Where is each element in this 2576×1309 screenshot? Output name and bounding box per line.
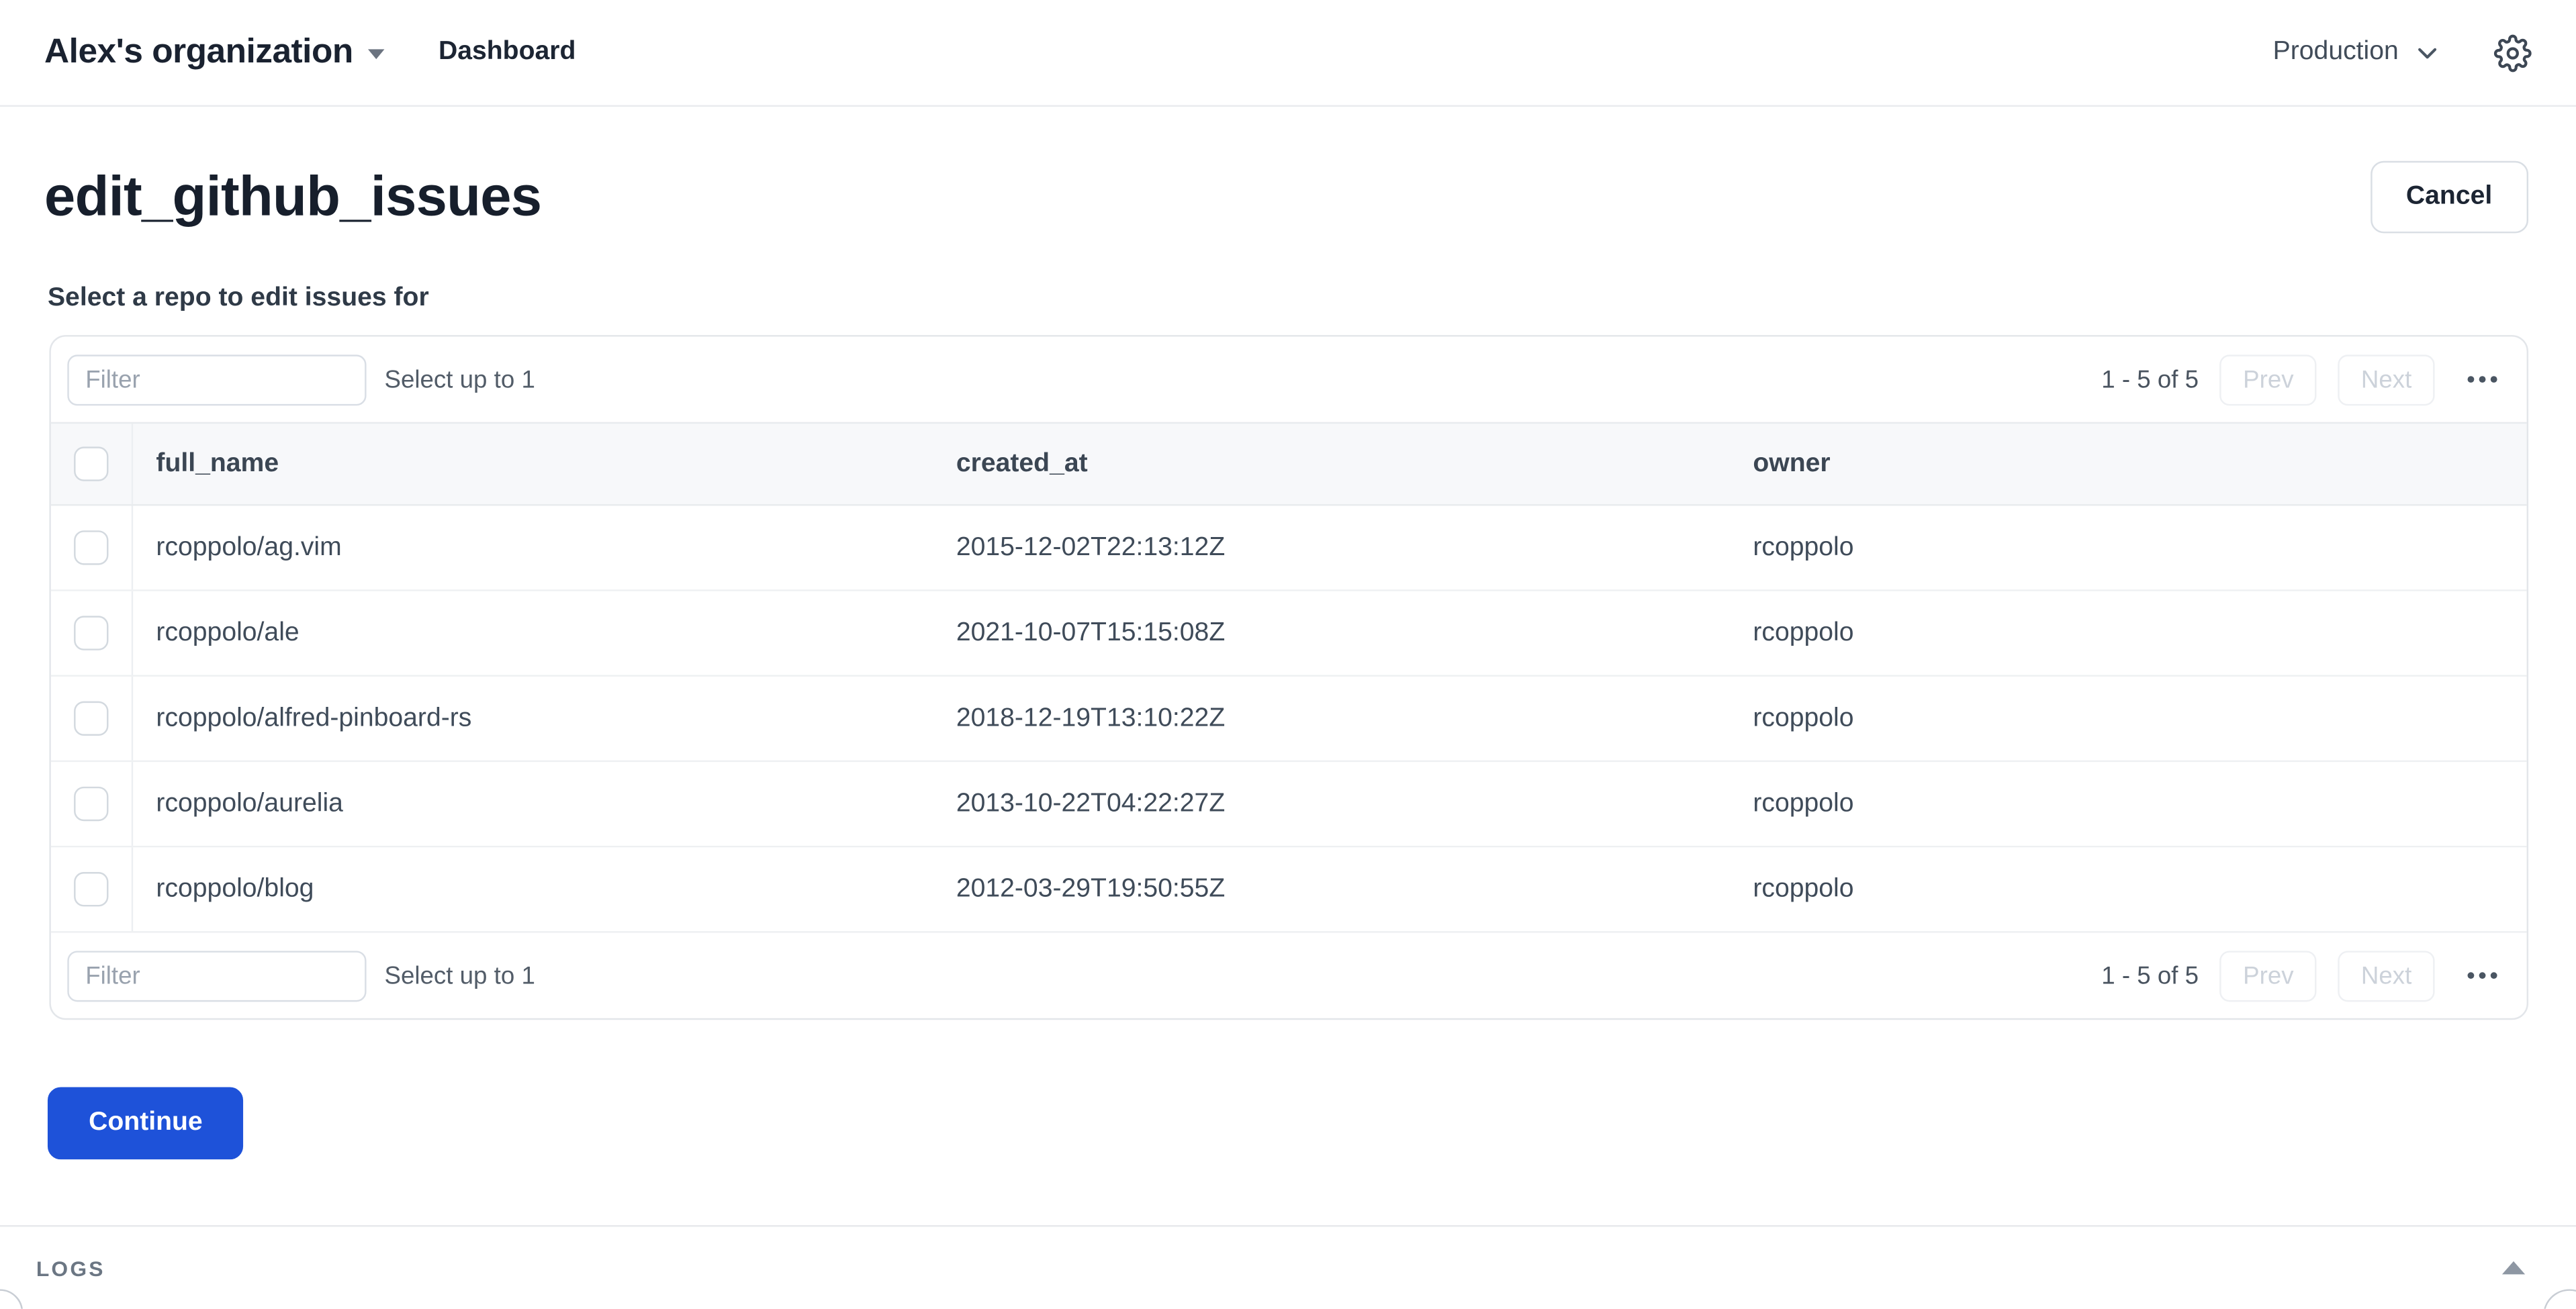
table-row[interactable]: rcoppolo/aurelia 2013-10-22T04:22:27Z rc… bbox=[51, 762, 2527, 847]
logs-panel-header[interactable]: LOGS bbox=[0, 1225, 2576, 1309]
cell-owner: rcoppolo bbox=[1730, 875, 2527, 904]
table-header-row: full_name created_at owner bbox=[51, 422, 2527, 506]
cell-created-at: 2018-12-19T13:10:22Z bbox=[933, 704, 1731, 733]
row-checkbox[interactable] bbox=[74, 701, 108, 736]
next-page-button[interactable]: Next bbox=[2338, 950, 2435, 1001]
main-content: edit_github_issues Cancel Select a repo … bbox=[0, 159, 2576, 1159]
chevron-down-icon bbox=[2415, 40, 2440, 65]
cell-owner: rcoppolo bbox=[1730, 533, 2527, 563]
org-switcher[interactable]: Alex's organization bbox=[44, 33, 384, 72]
next-page-button[interactable]: Next bbox=[2338, 354, 2435, 405]
pagination-range: 1 - 5 of 5 bbox=[2101, 961, 2199, 989]
cancel-button[interactable]: Cancel bbox=[2370, 160, 2528, 233]
table-row[interactable]: rcoppolo/blog 2012-03-29T19:50:55Z rcopp… bbox=[51, 847, 2527, 932]
checkbox-cell bbox=[51, 847, 133, 931]
gear-icon bbox=[2494, 34, 2532, 71]
table-toolbar-top: Select up to 1 1 - 5 of 5 Prev Next bbox=[51, 337, 2527, 422]
chevron-down-icon bbox=[368, 49, 384, 59]
environment-switcher[interactable]: Production bbox=[2273, 38, 2440, 67]
prev-page-button[interactable]: Prev bbox=[2220, 950, 2317, 1001]
nav-dashboard-link[interactable]: Dashboard bbox=[439, 38, 576, 67]
selection-hint: Select up to 1 bbox=[384, 961, 535, 989]
table-row[interactable]: rcoppolo/alfred-pinboard-rs 2018-12-19T1… bbox=[51, 677, 2527, 762]
ellipsis-icon[interactable] bbox=[2465, 965, 2501, 985]
repo-select-table: Select up to 1 1 - 5 of 5 Prev Next full… bbox=[49, 335, 2528, 1020]
row-checkbox[interactable] bbox=[74, 787, 108, 821]
cell-created-at: 2013-10-22T04:22:27Z bbox=[933, 789, 1731, 819]
checkbox-cell bbox=[51, 762, 133, 846]
column-header-created-at[interactable]: created_at bbox=[933, 449, 1731, 479]
pagination-range: 1 - 5 of 5 bbox=[2101, 365, 2199, 393]
ellipsis-icon[interactable] bbox=[2465, 369, 2501, 389]
cell-full-name: rcoppolo/alfred-pinboard-rs bbox=[133, 704, 933, 733]
cell-created-at: 2012-03-29T19:50:55Z bbox=[933, 875, 1731, 904]
cell-full-name: rcoppolo/blog bbox=[133, 875, 933, 904]
cell-full-name: rcoppolo/ag.vim bbox=[133, 533, 933, 563]
row-checkbox[interactable] bbox=[74, 530, 108, 565]
checkbox-cell bbox=[51, 505, 133, 589]
checkbox-cell bbox=[51, 591, 133, 675]
cell-full-name: rcoppolo/aurelia bbox=[133, 789, 933, 819]
cell-created-at: 2015-12-02T22:13:12Z bbox=[933, 533, 1731, 563]
cell-owner: rcoppolo bbox=[1730, 789, 2527, 819]
table-row[interactable]: rcoppolo/ale 2021-10-07T15:15:08Z rcoppo… bbox=[51, 591, 2527, 677]
page-title: edit_github_issues bbox=[44, 162, 541, 231]
filter-input[interactable] bbox=[67, 950, 366, 1001]
select-all-checkbox[interactable] bbox=[74, 446, 108, 481]
continue-button[interactable]: Continue bbox=[48, 1087, 244, 1160]
column-header-full-name[interactable]: full_name bbox=[133, 449, 933, 479]
app-window: Alex's organization Dashboard Production… bbox=[0, 0, 2576, 1309]
selection-hint: Select up to 1 bbox=[384, 365, 535, 393]
row-checkbox[interactable] bbox=[74, 872, 108, 906]
prev-page-button[interactable]: Prev bbox=[2220, 354, 2317, 405]
environment-label: Production bbox=[2273, 38, 2399, 67]
cell-owner: rcoppolo bbox=[1730, 704, 2527, 733]
section-label: Select a repo to edit issues for bbox=[48, 284, 2528, 313]
table-row[interactable]: rcoppolo/ag.vim 2015-12-02T22:13:12Z rco… bbox=[51, 505, 2527, 591]
cell-created-at: 2021-10-07T15:15:08Z bbox=[933, 618, 1731, 648]
table-toolbar-bottom: Select up to 1 1 - 5 of 5 Prev Next bbox=[51, 933, 2527, 1018]
org-name: Alex's organization bbox=[44, 33, 353, 72]
logs-label: LOGS bbox=[36, 1255, 105, 1280]
filter-input[interactable] bbox=[67, 354, 366, 405]
column-header-owner[interactable]: owner bbox=[1730, 449, 2527, 479]
row-checkbox[interactable] bbox=[74, 616, 108, 650]
checkbox-cell bbox=[51, 677, 133, 761]
top-header-bar: Alex's organization Dashboard Production bbox=[0, 0, 2576, 107]
chevron-up-icon[interactable] bbox=[2495, 1251, 2532, 1284]
cell-owner: rcoppolo bbox=[1730, 618, 2527, 648]
settings-button[interactable] bbox=[2494, 34, 2532, 71]
select-all-cell bbox=[51, 424, 133, 504]
cell-full-name: rcoppolo/ale bbox=[133, 618, 933, 648]
